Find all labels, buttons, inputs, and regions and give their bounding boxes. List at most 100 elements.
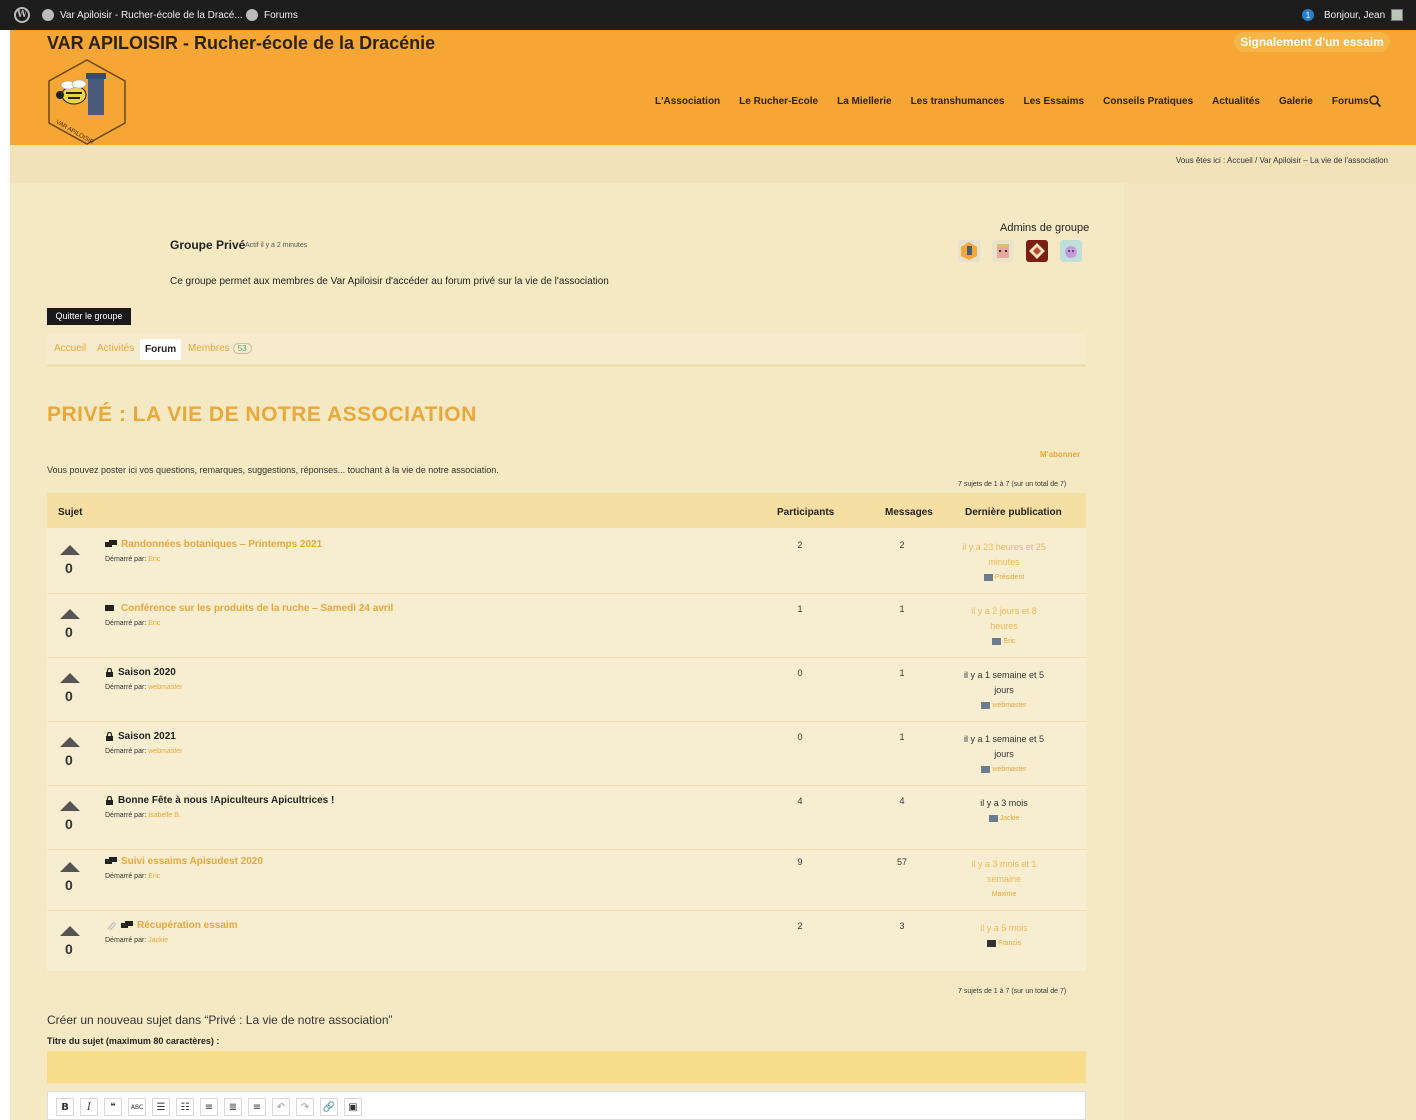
topic-author-link[interactable]: webmaster [148,748,182,755]
user-avatar[interactable] [1391,9,1404,21]
topic-author-link[interactable]: Isabelle B. [148,812,181,819]
admin-bar-forums-link[interactable]: Forums [246,9,298,21]
nav-galerie[interactable]: Galerie [1279,96,1313,107]
last-post[interactable]: il y a 1 semaine et 5 jours webmaster [949,668,1059,713]
site-title[interactable]: VAR APILOISIR - Rucher-école de la Dracé… [47,33,435,54]
lock-icon [106,732,113,741]
topic-author-link[interactable]: Jackie [148,937,168,944]
nav-transhumances[interactable]: Les transhumances [911,96,1005,107]
numbered-list-button[interactable]: ☷ [176,1098,194,1116]
italic-button[interactable]: I [80,1098,98,1116]
nav-association[interactable]: L'Association [655,96,720,107]
topic-author-link[interactable]: Eric [148,556,160,563]
tab-members[interactable]: Membres 53 [188,343,252,354]
topic-author-link[interactable]: Eric [148,620,160,627]
started-by-label: Démarré par: [105,812,147,819]
link-button[interactable]: 🔗 [320,1098,338,1116]
topic-link[interactable]: Bonne Fête à nous !Apiculteurs Apicultri… [105,795,334,806]
upvote-icon[interactable] [60,801,80,811]
admin-avatar[interactable] [958,240,980,262]
bullet-list-button[interactable]: ☰ [152,1098,170,1116]
greeting: Bonjour, Jean [1324,9,1386,21]
nav-miellerie[interactable]: La Miellerie [837,96,891,107]
column-topic: Sujet [58,507,83,518]
align-center-button[interactable]: ≣ [224,1098,242,1116]
topic-link[interactable]: Suivi essaims Apisudest 2020 [105,856,263,867]
topic-link[interactable]: Saison 2020 [105,667,176,678]
link-icon: 🔗 [322,1101,336,1113]
last-post[interactable]: il y a 5 mois Francis [949,921,1059,951]
last-author-avatar [981,766,991,773]
wordpress-logo-icon[interactable]: W [14,7,30,23]
last-post[interactable]: il y a 2 jours et 8 heures Eric [949,604,1059,649]
nav-rucher-ecole[interactable]: Le Rucher-Ecole [739,96,818,107]
nav-essaims[interactable]: Les Essaims [1024,96,1085,107]
undo-button[interactable]: ↶ [272,1098,290,1116]
admin-avatar[interactable] [992,240,1014,262]
topic-link[interactable]: Conférence sur les produits de la ruche … [105,603,393,614]
group-name: Groupe Privé [170,238,246,252]
admin-bar-account[interactable]: 1 Bonjour, Jean [1302,9,1404,21]
topic-link[interactable]: Randonnées botaniques – Printemps 2021 [105,539,322,550]
last-author-avatar [987,940,997,947]
upvote-icon[interactable] [60,862,80,872]
blockquote-button[interactable]: ❝ [104,1098,122,1116]
last-author-link[interactable]: Jackie [1000,811,1020,826]
upvote-icon[interactable] [60,926,80,936]
leave-group-button[interactable]: Quitter le groupe [47,308,131,325]
column-last-post: Dernière publication [965,507,1062,518]
chat-icon [105,857,117,864]
swarm-alert-button[interactable]: Signalement d'un essaim [1234,32,1390,52]
last-author-avatar [983,574,993,581]
topic-title-input[interactable] [47,1051,1086,1083]
nav-forums[interactable]: Forums [1332,96,1369,107]
breadcrumb[interactable]: Vous êtes ici : Accueil / Var Apiloisir … [1176,156,1388,165]
last-author-link[interactable]: Président [995,570,1025,585]
messages-count: 1 [899,604,905,614]
upvote-icon[interactable] [60,609,80,619]
nav-actualites[interactable]: Actualités [1212,96,1260,107]
last-author-link[interactable]: Maxime [992,887,1017,902]
last-post-time-cont: jours [994,749,1014,759]
last-post[interactable]: il y a 1 semaine et 5 jours webmaster [949,732,1059,777]
topic-author-link[interactable]: webmaster [148,684,182,691]
group-description: Ce groupe permet aux membres de Var Apil… [170,276,609,287]
tab-home[interactable]: Accueil [54,343,86,354]
align-left-button[interactable]: ≡ [200,1098,218,1116]
last-author-link[interactable]: webmaster [992,762,1026,777]
dashboard-icon [42,9,54,21]
upvote-icon[interactable] [60,737,80,747]
bold-button[interactable]: B [56,1098,74,1116]
admin-bar-site-link[interactable]: Var Apiloisir - Rucher-école de la Dracé… [42,9,243,21]
site-logo[interactable]: VAR APILOISIR [46,57,128,147]
topic-link[interactable]: Récupération essaim [105,920,238,931]
last-post[interactable]: il y a 23 heures et 25 minutes Président [949,540,1059,585]
last-author-link[interactable]: Eric [1003,634,1015,649]
topic-started-by: Démarré par: Eric [105,873,160,880]
notification-badge[interactable]: 1 [1302,9,1314,21]
align-right-button[interactable]: ≡ [248,1098,266,1116]
upvote-icon[interactable] [60,673,80,683]
last-author-link[interactable]: webmaster [992,698,1026,713]
last-post[interactable]: il y a 3 mois et 1 semaine Maxime [949,857,1059,902]
redo-button[interactable]: ↷ [296,1098,314,1116]
search-icon[interactable] [1368,94,1382,108]
topic-author-link[interactable]: Eric [148,873,160,880]
admin-avatar[interactable] [1026,240,1048,262]
main-nav: L'Association Le Rucher-Ecole La Mieller… [655,96,1388,107]
last-author-link[interactable]: Francis [998,936,1021,951]
topic-link[interactable]: Saison 2021 [105,731,176,742]
tab-forum[interactable]: Forum [140,339,182,360]
topic-started-by: Démarré par: Isabelle B. [105,812,181,819]
subscribe-link[interactable]: M'abonner [1040,450,1080,459]
quote-icon: ❝ [110,1102,116,1112]
strikethrough-button[interactable]: ABC [128,1098,146,1116]
last-post[interactable]: il y a 3 mois Jackie [949,796,1059,826]
admin-avatar[interactable] [1060,240,1082,262]
upvote-icon[interactable] [60,545,80,555]
nav-conseils[interactable]: Conseils Pratiques [1103,96,1193,107]
group-admins-title: Admins de groupe [1000,222,1090,234]
table-row: 0 Randonnées botaniques – Printemps 2021… [47,530,1086,594]
tab-activity[interactable]: Activités [97,343,134,354]
image-button[interactable]: ▣ [344,1098,362,1116]
